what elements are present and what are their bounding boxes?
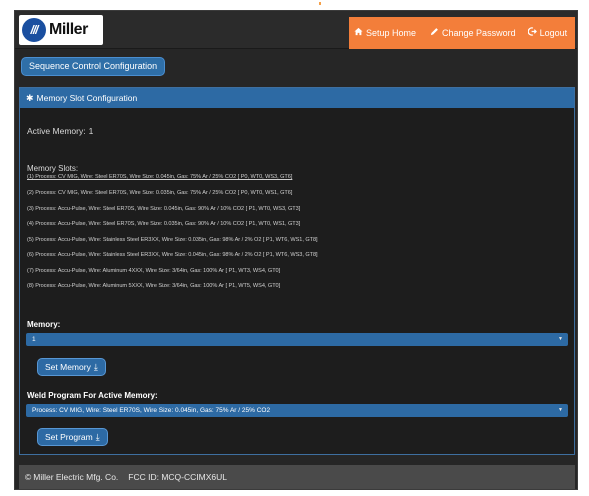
footer: © Miller Electric Mfg. Co. FCC ID: MCQ-CCI… <box>19 465 575 489</box>
set-memory-button[interactable]: Set Memory ⤓ <box>37 358 106 376</box>
memory-slot-4: (4) Process: Accu-Pulse, Wire: Steel ER7… <box>27 221 301 227</box>
memory-slot-2: (2) Process: CV MIG, Wire: Steel ER70S, … <box>27 190 293 196</box>
nav-change-password[interactable]: Change Password <box>430 27 516 39</box>
memory-label: Memory: <box>27 320 61 329</box>
memory-slot-5: (5) Process: Accu-Pulse, Wire: Stainless… <box>27 237 318 243</box>
copyright-icon: © <box>25 472 32 482</box>
panel-title: Memory Slot Configuration <box>36 93 138 103</box>
set-program-label: Set Program <box>45 432 93 442</box>
download-icon: ⤓ <box>93 362 98 372</box>
set-program-button[interactable]: Set Program ⤓ <box>37 428 108 446</box>
weld-program-label: Weld Program For Active Memory: <box>27 391 158 400</box>
nav-setup-home-label: Setup Home <box>366 28 417 38</box>
gear-icon: ✱ <box>26 93 34 103</box>
active-memory-value: 1 <box>88 126 94 136</box>
chevron-down-icon: ▼ <box>558 407 563 413</box>
download-icon: ⤓ <box>95 432 100 442</box>
active-memory: Active Memory: 1 <box>27 126 93 136</box>
nav-change-password-label: Change Password <box>442 28 516 38</box>
memory-slots-title: Memory Slots: <box>27 164 79 173</box>
logout-icon <box>527 27 537 39</box>
sequence-control-configuration-button[interactable]: Sequence Control Configuration <box>21 57 166 76</box>
miller-logo[interactable]: /// Miller <box>19 15 103 45</box>
logo-text: Miller <box>49 21 88 38</box>
nav-setup-home[interactable]: Setup Home <box>354 27 416 39</box>
memory-slot-1[interactable]: (1) Process: CV MIG, Wire: Steel ER70S, … <box>27 174 292 180</box>
weld-program-select-value: Process: CV MIG, Wire: Steel ER70S, Wire… <box>32 407 271 414</box>
company-name: Miller Electric Mfg. Co. <box>33 472 119 482</box>
nav-menu: Setup Home Change Password Logout <box>349 17 575 49</box>
decorative-dot <box>319 2 321 5</box>
chevron-down-icon: ▼ <box>558 336 563 342</box>
memory-slot-6: (6) Process: Accu-Pulse, Wire: Stainless… <box>27 252 318 258</box>
panel-header: ✱ Memory Slot Configuration <box>20 88 574 108</box>
set-memory-label: Set Memory <box>45 362 91 372</box>
memory-select[interactable]: 1 ▼ <box>26 333 568 346</box>
weld-program-select[interactable]: Process: CV MIG, Wire: Steel ER70S, Wire… <box>26 404 568 417</box>
nav-logout[interactable]: Logout <box>527 27 568 39</box>
top-navbar: /// Miller Setup Home Change Password Lo… <box>15 11 577 49</box>
active-memory-label: Active Memory: <box>27 126 86 136</box>
app-window: /// Miller Setup Home Change Password Lo… <box>14 10 578 490</box>
memory-slot-7: (7) Process: Accu-Pulse, Wire: Aluminum … <box>27 268 281 274</box>
fcc-id: FCC ID: MCQ-CCIMX6UL <box>128 472 227 482</box>
memory-select-value: 1 <box>32 336 36 343</box>
logo-mark-icon: /// <box>22 18 46 42</box>
nav-logout-label: Logout <box>539 28 568 38</box>
memory-slot-panel: ✱ Memory Slot Configuration Active Memory… <box>19 87 575 455</box>
pencil-icon <box>430 27 439 39</box>
memory-slot-8: (8) Process: Accu-Pulse, Wire: Aluminum … <box>27 283 281 289</box>
memory-slot-3: (3) Process: Accu-Pulse, Wire: Steel ER7… <box>27 206 301 212</box>
home-icon <box>354 27 363 39</box>
